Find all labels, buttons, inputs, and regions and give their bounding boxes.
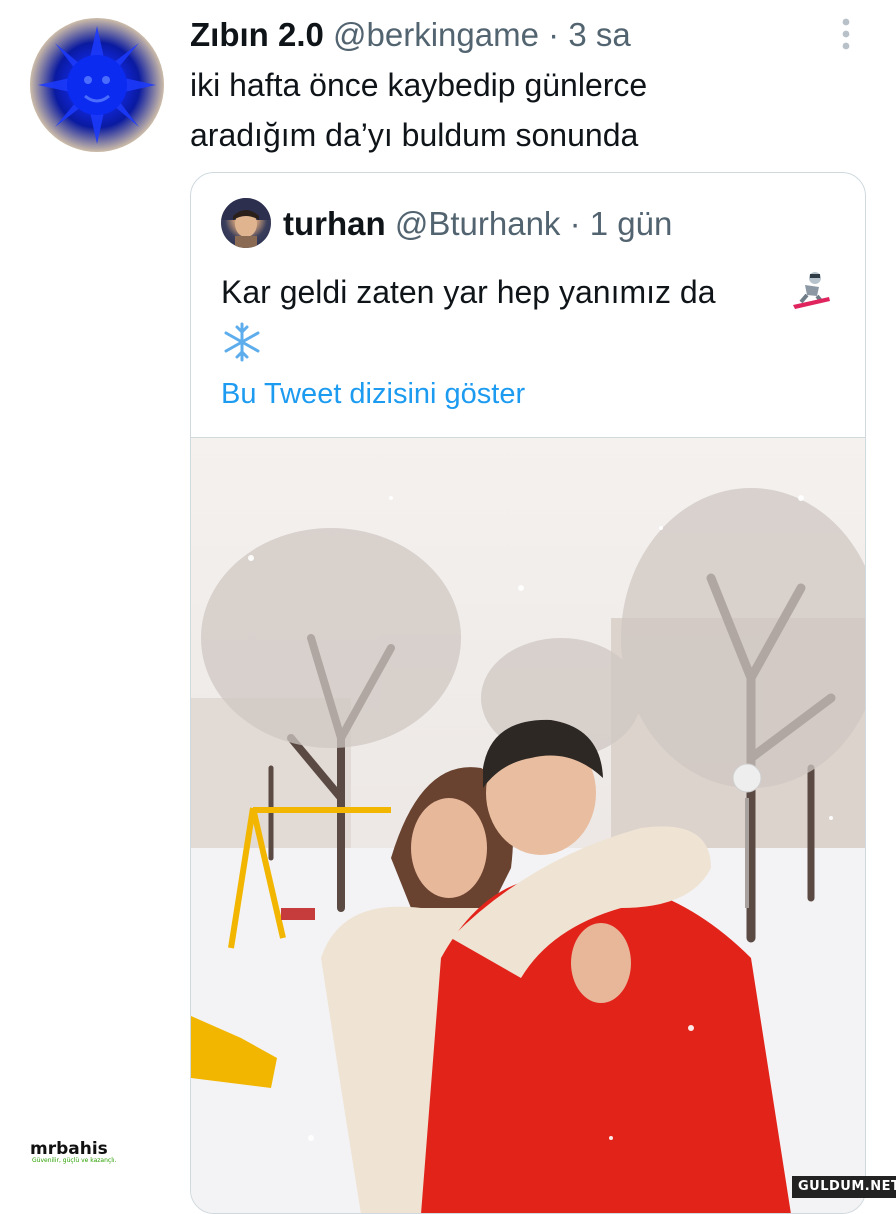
- brand-watermark-logo: mrbahis Güvenilir, güçlü ve kazançlı.: [28, 1138, 180, 1164]
- site-watermark: GULDUM.NET: [792, 1176, 896, 1198]
- quoted-tweet-header: turhan @Bturhank · 1 gün: [283, 201, 672, 247]
- author-avatar[interactable]: [30, 18, 164, 152]
- separator-dot: ·: [569, 205, 581, 242]
- author-handle[interactable]: @berkingame: [333, 16, 539, 53]
- quoted-author-handle[interactable]: @Bturhank: [395, 205, 561, 242]
- quoted-tweet-card[interactable]: turhan @Bturhank · 1 gün Kar geldi zaten…: [190, 172, 866, 1214]
- quoted-author-avatar[interactable]: [221, 198, 271, 248]
- quoted-tweet-text: Kar geldi zaten yar hep yanımız da: [221, 274, 716, 310]
- more-vertical-icon[interactable]: [836, 16, 856, 52]
- snowflake-icon: [221, 321, 263, 363]
- quoted-tweet-time[interactable]: 1 gün: [590, 205, 673, 242]
- tweet-header: Zıbın 2.0 @berkingame · 3 sa: [190, 10, 631, 60]
- quoted-author-name[interactable]: turhan: [283, 205, 386, 242]
- separator-dot: ·: [548, 16, 560, 53]
- snowboarder-icon: [789, 269, 833, 313]
- author-name[interactable]: Zıbın 2.0: [190, 16, 324, 53]
- tweet-photo[interactable]: [191, 437, 865, 1213]
- brand-watermark-tagline: Güvenilir, güçlü ve kazançlı.: [32, 1157, 117, 1164]
- tweet-time[interactable]: 3 sa: [568, 16, 630, 53]
- tweet-text: iki hafta önce kaybedip günlerce aradığı…: [190, 67, 648, 153]
- show-thread-link[interactable]: Bu Tweet dizisini göster: [221, 371, 525, 417]
- brand-watermark-name: mrbahis: [30, 1139, 108, 1159]
